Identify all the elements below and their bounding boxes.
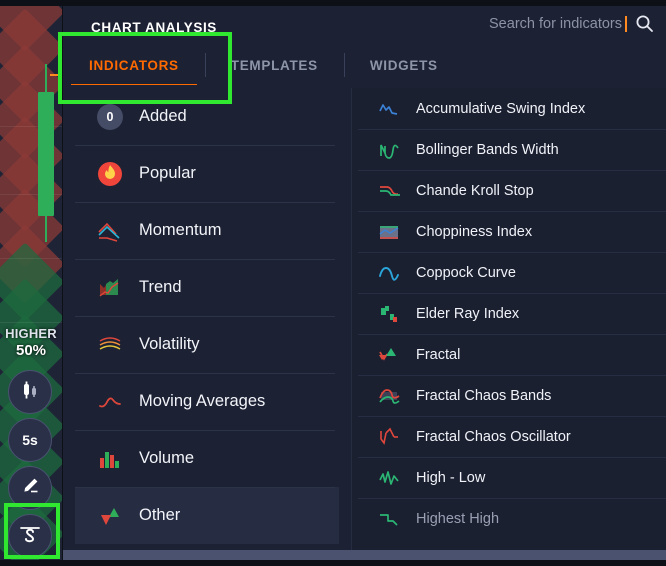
bollinger-width-icon xyxy=(378,139,400,161)
chart-strip[interactable]: HIGHER 50% 5s xyxy=(0,6,62,566)
category-list[interactable]: 0 Added Popular Momentum Trend Volatility Movi… xyxy=(63,88,351,558)
high-low-icon xyxy=(378,467,400,489)
category-item-momentum[interactable]: Momentum xyxy=(75,202,339,259)
fractal-chaos-osc-icon xyxy=(378,426,400,448)
category-label: Popular xyxy=(139,164,196,182)
category-label: Volatility xyxy=(139,335,200,353)
indicator-list[interactable]: Accumulative Swing Index Bollinger Bands … xyxy=(351,88,666,558)
fractal-icon xyxy=(378,344,400,366)
indicator-item[interactable]: Fractal xyxy=(352,334,666,375)
indicators-button[interactable] xyxy=(8,514,52,558)
indicator-label: Accumulative Swing Index xyxy=(416,100,586,117)
elder-ray-icon xyxy=(378,303,400,325)
category-item-other[interactable]: Other xyxy=(75,487,339,544)
indicator-item[interactable]: Accumulative Swing Index xyxy=(352,88,666,129)
tab-templates[interactable]: TEMPLATES xyxy=(204,42,344,88)
flame-icon xyxy=(97,161,123,187)
indicator-label: Fractal xyxy=(416,346,461,363)
moving-average-curve-icon xyxy=(97,389,123,415)
category-item-added[interactable]: 0 Added xyxy=(75,88,339,145)
category-item-volume[interactable]: Volume xyxy=(75,430,339,487)
indicator-item[interactable]: Chande Kroll Stop xyxy=(352,170,666,211)
fractal-chaos-bands-icon xyxy=(378,385,400,407)
pencil-icon xyxy=(19,475,41,502)
tab-widgets[interactable]: WIDGETS xyxy=(343,42,464,88)
indicator-item[interactable]: Fractal Chaos Oscillator xyxy=(352,416,666,457)
indicator-label: High - Low xyxy=(416,469,486,486)
indicator-item[interactable]: High - Low xyxy=(352,457,666,498)
category-label: Other xyxy=(139,506,181,524)
momentum-lines-icon xyxy=(97,218,123,244)
search-icon[interactable] xyxy=(635,14,654,33)
indicator-item[interactable]: Highest High xyxy=(352,498,666,539)
category-label: Trend xyxy=(139,278,182,296)
indicator-label: Fractal Chaos Bands xyxy=(416,387,552,404)
volatility-waves-icon xyxy=(97,332,123,358)
tab-label: TEMPLATES xyxy=(230,57,318,73)
indicator-item[interactable]: Fractal Chaos Bands xyxy=(352,375,666,416)
timeframe-button[interactable]: 5s xyxy=(8,418,52,462)
search-input[interactable] xyxy=(459,15,627,32)
up-down-arrows-icon xyxy=(97,503,123,529)
added-count-badge: 0 xyxy=(97,103,123,130)
indicator-label: Coppock Curve xyxy=(416,264,516,281)
indicator-label: Highest High xyxy=(416,510,500,527)
indicator-label: Bollinger Bands Width xyxy=(416,141,559,158)
indicator-label: Fractal Chaos Oscillator xyxy=(416,428,571,445)
tab-label: INDICATORS xyxy=(89,57,179,73)
chande-kroll-icon xyxy=(378,180,400,202)
swing-index-icon xyxy=(378,98,400,120)
tab-indicators[interactable]: INDICATORS xyxy=(63,42,205,88)
tab-label: WIDGETS xyxy=(369,57,438,73)
indicator-item[interactable]: Coppock Curve xyxy=(352,252,666,293)
count-badge-icon: 0 xyxy=(97,103,123,130)
search-area[interactable] xyxy=(459,14,654,33)
trend-area-icon xyxy=(97,275,123,301)
indicator-label: Elder Ray Index xyxy=(416,305,520,322)
category-label: Volume xyxy=(139,449,195,467)
sentiment-direction-label: HIGHER xyxy=(5,326,57,341)
price-marker xyxy=(50,74,62,76)
indicator-label: Choppiness Index xyxy=(416,223,533,240)
indicator-label: Chande Kroll Stop xyxy=(416,182,534,199)
chart-type-button[interactable] xyxy=(8,370,52,414)
category-label: Momentum xyxy=(139,221,222,239)
indicator-item[interactable]: Choppiness Index xyxy=(352,211,666,252)
category-item-volatility[interactable]: Volatility xyxy=(75,316,339,373)
page-title: CHART ANALYSIS xyxy=(91,20,217,35)
volume-bars-icon xyxy=(97,446,123,472)
timeframe-label: 5s xyxy=(22,432,38,448)
category-item-popular[interactable]: Popular xyxy=(75,145,339,202)
category-item-moving-averages[interactable]: Moving Averages xyxy=(75,373,339,430)
squiggle-icon xyxy=(17,522,43,551)
sentiment-percent-label: 50% xyxy=(15,342,47,359)
chart-gridline xyxy=(0,322,62,323)
indicators-panel-screen: HIGHER 50% 5s CHART ANALYSIS Search for … xyxy=(0,0,666,566)
panel-bottom-bar xyxy=(63,550,666,560)
candlestick-series xyxy=(34,16,62,316)
candlestick-icon xyxy=(19,379,41,406)
indicator-item[interactable]: Bollinger Bands Width xyxy=(352,129,666,170)
category-label: Moving Averages xyxy=(139,392,266,410)
tab-bar[interactable]: INDICATORS TEMPLATES WIDGETS xyxy=(63,42,666,88)
panel-body: 0 Added Popular Momentum Trend Volatility Movi… xyxy=(63,88,666,558)
indicator-item[interactable]: Elder Ray Index xyxy=(352,293,666,334)
draw-button[interactable] xyxy=(8,466,52,510)
category-label: Added xyxy=(139,107,187,125)
category-item-trend[interactable]: Trend xyxy=(75,259,339,316)
highest-high-icon xyxy=(378,508,400,530)
coppock-curve-icon xyxy=(378,262,400,284)
choppiness-icon xyxy=(378,221,400,243)
bottom-strip xyxy=(0,560,666,566)
chart-analysis-panel: CHART ANALYSIS INDICATORS TEMPLATES WIDGET… xyxy=(62,6,666,566)
